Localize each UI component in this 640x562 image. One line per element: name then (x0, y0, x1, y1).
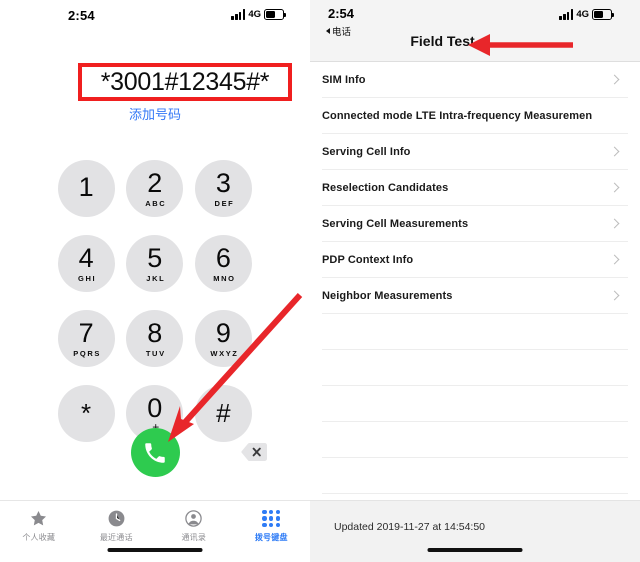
key-3[interactable]: 3 DEF (195, 160, 253, 217)
tab-contacts[interactable]: 通讯录 (155, 508, 233, 543)
tab-favorites[interactable]: 个人收藏 (0, 508, 78, 543)
key-letters: DEF (214, 198, 235, 208)
tab-recents[interactable]: 最近通话 (78, 508, 156, 543)
list-item-empty (322, 386, 628, 422)
page-title: Field Test (410, 33, 475, 49)
key-digit: * (81, 398, 92, 429)
tab-bar: 个人收藏 最近通话 通讯录 拨号键盘 (0, 500, 310, 562)
key-digit: 4 (78, 243, 95, 273)
key-digit: 6 (215, 243, 232, 273)
key-digit: 7 (78, 318, 95, 348)
backspace-delete-icon (241, 442, 267, 461)
key-letters: GHI (78, 273, 97, 283)
key-digit: 1 (78, 171, 95, 202)
list-item-label: Reselection Candidates (322, 181, 449, 194)
key-letters: MNO (213, 273, 236, 283)
status-bar-left: 2:54 4G (0, 0, 310, 30)
tab-label: 拨号键盘 (254, 533, 288, 542)
updated-timestamp: Updated 2019-11-27 at 14:54:50 (334, 521, 486, 533)
star-icon (29, 508, 48, 529)
keypad-dots-icon (262, 508, 281, 529)
key-1[interactable]: 1 (57, 160, 115, 217)
list-item-label: SIM Info (322, 73, 366, 86)
dialpad: 1 2 ABC 3 DEF 4 GHI 5 JKL 6 MNO 7 PQRS 8… (0, 160, 310, 442)
list-item[interactable]: Serving Cell Measurements (322, 206, 628, 242)
network-type-label: 4G (248, 9, 261, 20)
list-item[interactable]: Connected mode LTE Intra-frequency Measu… (322, 98, 628, 134)
key-7[interactable]: 7 PQRS (57, 310, 115, 367)
clock-icon (107, 508, 126, 529)
key-letters: JKL (146, 273, 166, 283)
signal-bars-icon (559, 9, 574, 20)
key-digit: 3 (215, 168, 232, 198)
key-letters: TUV (145, 348, 166, 358)
chevron-right-icon (609, 290, 620, 301)
key-letters: ABC (145, 198, 167, 208)
backspace-button[interactable] (241, 441, 267, 462)
chevron-right-icon (609, 218, 620, 229)
tab-label: 个人收藏 (22, 533, 56, 542)
phone-dialer-screen: 2:54 4G *3001#12345#* 添加号码 1 2 ABC 3 DEF… (0, 0, 310, 562)
list-item-label: PDP Context Info (322, 253, 414, 266)
battery-icon (592, 9, 615, 20)
dialed-number-highlight-box: *3001#12345#* (78, 63, 292, 101)
key-6[interactable]: 6 MNO (195, 235, 253, 292)
list-item-empty (322, 350, 628, 386)
list-item-empty (322, 422, 628, 458)
key-9[interactable]: 9 WXYZ (195, 310, 253, 367)
tab-label: 最近通话 (99, 533, 133, 542)
home-indicator-right[interactable] (427, 547, 523, 552)
list-item[interactable]: Serving Cell Info (322, 134, 628, 170)
battery-icon (264, 9, 287, 20)
list-item-label: Serving Cell Info (322, 145, 411, 158)
list-item[interactable]: Neighbor Measurements (322, 278, 628, 314)
home-indicator-left[interactable] (107, 547, 203, 552)
key-8[interactable]: 8 TUV (126, 310, 184, 367)
field-test-menu-list: SIM Info Connected mode LTE Intra-freque… (310, 62, 640, 494)
key-digit: # (216, 398, 232, 429)
tab-keypad[interactable]: 拨号键盘 (233, 508, 311, 543)
screenshot-root: 2:54 4G *3001#12345#* 添加号码 1 2 ABC 3 DEF… (0, 0, 640, 562)
list-item[interactable]: SIM Info (322, 62, 628, 98)
key-star[interactable]: * (57, 385, 115, 442)
key-5[interactable]: 5 JKL (126, 235, 184, 292)
status-bar-time: 2:54 (328, 6, 355, 21)
status-bar-indicators: 4G (559, 8, 615, 21)
signal-bars-icon (231, 9, 246, 20)
key-letters: WXYZ (210, 348, 239, 358)
key-letters: PQRS (73, 348, 101, 358)
key-2[interactable]: 2 ABC (126, 160, 184, 217)
field-test-header: 2:54 电话 4G Field Test (310, 0, 640, 62)
dialed-number-field[interactable]: *3001#12345#* (101, 68, 270, 97)
list-item-label: Serving Cell Measurements (322, 217, 469, 230)
list-item-empty (322, 314, 628, 350)
key-digit: 9 (215, 318, 232, 348)
field-test-screen: 2:54 电话 4G Field Test SIM Info Connected… (310, 0, 640, 562)
phone-handset-icon (145, 442, 165, 463)
status-bar-time: 2:54 (68, 8, 95, 23)
field-test-footer: Updated 2019-11-27 at 14:54:50 (310, 500, 640, 562)
chevron-right-icon (609, 254, 620, 265)
key-digit: 2 (147, 168, 163, 198)
key-digit: 8 (147, 318, 163, 348)
list-item-label: Neighbor Measurements (322, 289, 453, 302)
status-bar-indicators: 4G (231, 8, 287, 21)
key-digit: 0 (147, 392, 163, 423)
add-number-link[interactable]: 添加号码 (0, 104, 310, 123)
key-digit: 5 (147, 243, 163, 273)
key-hash[interactable]: # (195, 385, 253, 442)
call-button[interactable] (130, 428, 180, 477)
chevron-right-icon (609, 74, 620, 85)
network-type-label: 4G (576, 9, 589, 20)
tab-label: 通讯录 (181, 533, 207, 542)
list-item[interactable]: Reselection Candidates (322, 170, 628, 206)
key-4[interactable]: 4 GHI (57, 235, 115, 292)
contacts-person-icon (184, 508, 203, 529)
list-item-empty (322, 458, 628, 494)
list-item-label: Connected mode LTE Intra-frequency Measu… (322, 109, 593, 122)
chevron-right-icon (609, 182, 620, 193)
chevron-right-icon (609, 146, 620, 157)
list-item[interactable]: PDP Context Info (322, 242, 628, 278)
